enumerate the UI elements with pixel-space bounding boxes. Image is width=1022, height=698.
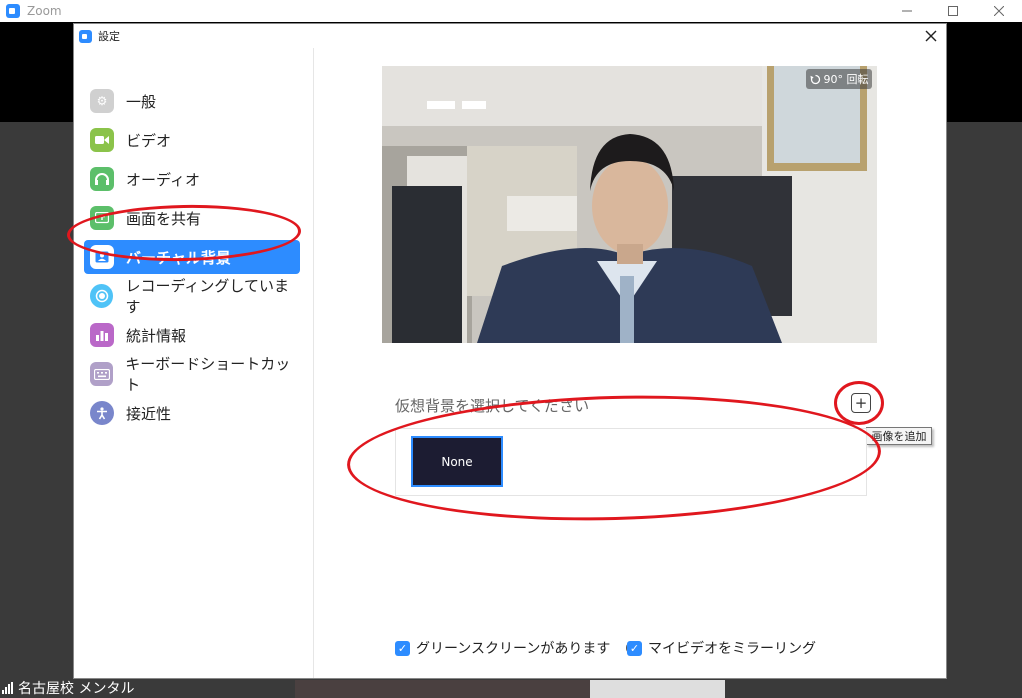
sidebar-item-label: レコーディングしています [125,277,289,316]
sidebar-item-label: 統計情報 [126,326,187,345]
sidebar-item-accessibility[interactable]: 接近性 [84,396,300,430]
sidebar-item-video[interactable]: ビデオ [84,123,300,157]
sidebar-item-keyboard-shortcuts[interactable]: キーボードショートカット [84,355,300,394]
sidebar-item-recording[interactable]: レコーディングしています [84,277,300,316]
maximize-icon [948,6,958,16]
add-image-button[interactable]: + [851,393,871,413]
video-preview: 90° 回転 [382,66,877,343]
minimize-button[interactable] [884,0,930,22]
zoom-window-title: Zoom [27,4,62,18]
zoom-app-icon [6,4,20,18]
sidebar-item-label: 一般 [126,92,157,111]
settings-sidebar: ⚙ 一般 ビデオ オーディオ 画面を共有 バーチャル背景 レコーディングしていま… [74,48,314,678]
participant-name: 名古屋校 メンタル [18,681,135,697]
close-icon [925,30,937,42]
camera-preview-image [382,66,877,343]
sidebar-item-label: 接近性 [126,404,172,423]
video-camera-icon [90,128,114,152]
sidebar-item-label: オーディオ [126,170,200,189]
green-screen-option: ✓ グリーンスクリーンがあります ? [395,638,641,658]
green-screen-label: グリーンスクリーンがあります [416,641,611,657]
rotate-icon [810,74,820,84]
add-image-tooltip: 画像を追加 [866,427,932,445]
sidebar-item-general[interactable]: ⚙ 一般 [84,84,300,118]
sidebar-item-label: キーボードショートカット [125,355,291,394]
background-option-none[interactable]: None [411,436,503,487]
participant-video-thumbnail-light [590,680,725,698]
statistics-icon [90,323,114,347]
settings-dialog: 設定 ⚙ 一般 ビデオ オーディオ 画面を共有 バーチャル背景 レコーディングし… [73,23,947,679]
virtual-background-icon [90,245,114,269]
settings-close-button[interactable] [920,26,942,46]
background-list: None [395,428,867,496]
minimize-icon [902,10,912,12]
share-screen-icon [90,206,114,230]
headphones-icon [90,167,114,191]
gear-icon: ⚙ [90,89,114,113]
plus-icon: + [854,393,868,412]
participant-name-label: 名古屋校 メンタル [2,678,134,698]
mirror-video-checkbox[interactable]: ✓ [627,640,642,656]
zoom-app-icon [79,29,92,43]
rotate-label: 90° 回転 [823,73,869,86]
sidebar-item-label: バーチャル背景 [126,248,231,267]
keyboard-icon [90,362,114,386]
rotate-button[interactable]: 90° 回転 [806,69,872,89]
maximize-button[interactable] [930,0,976,22]
sidebar-item-virtual-background[interactable]: バーチャル背景 [84,240,300,274]
mirror-video-option: ✓ マイビデオをミラーリング [627,638,816,658]
close-window-button[interactable] [976,0,1022,22]
record-icon [90,284,114,308]
background-option-label: None [441,454,473,469]
settings-titlebar: 設定 [74,24,946,48]
sidebar-item-share-screen[interactable]: 画面を共有 [84,201,300,235]
close-icon [994,6,1004,16]
sidebar-item-label: 画面を共有 [126,209,202,228]
settings-title: 設定 [98,30,120,43]
mirror-video-label: マイビデオをミラーリング [648,641,816,657]
sidebar-item-statistics[interactable]: 統計情報 [84,318,300,352]
zoom-titlebar: Zoom [0,0,1022,22]
signal-bars-icon [2,682,14,694]
sidebar-item-audio[interactable]: オーディオ [84,162,300,196]
accessibility-icon [90,401,114,425]
sidebar-item-label: ビデオ [126,131,172,150]
choose-background-label: 仮想背景を選択してください [395,397,590,415]
green-screen-checkbox[interactable]: ✓ [395,640,410,656]
